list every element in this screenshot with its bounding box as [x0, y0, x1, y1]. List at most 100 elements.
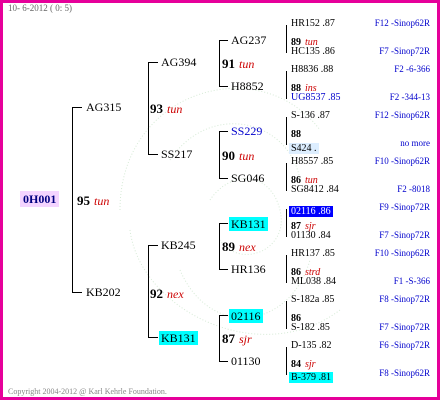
gen4-note-7: F2 -8018: [397, 184, 430, 194]
gen4-name-2[interactable]: H8836 .88: [291, 65, 333, 75]
connector: [219, 131, 220, 178]
gen4-note-0: F12 -Sinop62R: [374, 18, 430, 28]
gen2-score-1: 90 tun: [222, 148, 254, 164]
gen4-note-4: F12 -Sinop62R: [374, 110, 430, 120]
connector: [148, 245, 158, 246]
connector: [286, 301, 287, 329]
gen4-note-14: F6 -Sinop72R: [379, 340, 430, 350]
connector: [219, 315, 220, 361]
connector: [219, 361, 228, 362]
gen4-name-8-box[interactable]: 02116 .86: [289, 202, 333, 218]
connector: [219, 40, 228, 41]
gen3-name-6-box[interactable]: 02116: [229, 308, 263, 324]
connector: [286, 71, 287, 99]
gen4-note-1: F7 -Sinop72R: [379, 46, 430, 56]
gen4-name-15-box[interactable]: B-379 .81: [289, 368, 333, 384]
gen2-remark-3: sjr: [239, 332, 252, 346]
gen4-note-9: F7 -Sinop72R: [379, 230, 430, 240]
gen3-name-3[interactable]: SG046: [231, 172, 264, 184]
gen2-num-3: 87: [222, 331, 235, 346]
connector: [72, 292, 82, 293]
gen3-name-2[interactable]: SS229: [231, 125, 262, 137]
gen4-name-10[interactable]: HR137 .85: [291, 249, 335, 259]
connector: [286, 163, 287, 191]
connector: [219, 86, 228, 87]
connector: [286, 347, 287, 375]
connector: [286, 117, 287, 145]
gen2-name-1[interactable]: SS217: [161, 148, 192, 160]
connector: [219, 223, 228, 224]
gen3-name-0[interactable]: AG237: [231, 34, 266, 46]
gen4-name-5: S424 .: [289, 143, 319, 154]
connector: [219, 40, 220, 86]
gen2-num-2: 89: [222, 239, 235, 254]
gen4-note-6: F10 -Sinop62R: [374, 156, 430, 166]
gen3-name-4-box[interactable]: KB131: [229, 216, 268, 232]
gen4-note-10: F10 -Sinop62R: [374, 248, 430, 258]
gen4-name-11[interactable]: ML038 .84: [291, 277, 336, 287]
gen4-name-15: B-379 .81: [289, 372, 333, 383]
header-date: 10- 6-2012 ( 0: 5): [8, 3, 72, 13]
connector: [219, 131, 228, 132]
connector: [219, 269, 228, 270]
root-node[interactable]: 0H001: [20, 191, 60, 207]
connector: [148, 62, 158, 63]
connector: [148, 245, 149, 337]
gen4-name-7[interactable]: SG8412 .84: [291, 185, 339, 195]
gen4-name-0[interactable]: HR152 .87: [291, 19, 335, 29]
gen4-name-3[interactable]: UG8537 .85: [291, 93, 340, 103]
root-num: 95: [77, 193, 90, 208]
connector: [148, 154, 158, 155]
connector: [219, 178, 228, 179]
gen4-name-13[interactable]: S-182 .85: [291, 323, 330, 333]
gen2-num-0: 91: [222, 56, 235, 71]
connector: [286, 25, 287, 53]
gen1-remark-1: nex: [167, 287, 184, 301]
gen3-name-1[interactable]: H8852: [231, 80, 264, 92]
gen1-name-1[interactable]: KB202: [86, 286, 121, 298]
gen4-name-9[interactable]: 01130 .84: [291, 231, 331, 241]
gen2-num-1: 90: [222, 148, 235, 163]
gen2-name-2[interactable]: KB245: [161, 239, 196, 251]
gen2-name-0[interactable]: AG394: [161, 56, 196, 68]
gen4-name-5-box[interactable]: S424 .: [289, 139, 319, 155]
gen4-name-4[interactable]: S-136 .87: [291, 111, 330, 121]
gen3-name-5[interactable]: HR136: [231, 263, 266, 275]
gen1-score-0: 93 tun: [150, 101, 182, 117]
root-score: 95 tun: [77, 193, 109, 209]
gen3-name-7[interactable]: 01130: [231, 355, 261, 367]
gen4-note-15: F8 -Sinop62R: [379, 368, 430, 378]
gen4-name-12[interactable]: S-182a .85: [291, 295, 334, 305]
root-name: 0H001: [20, 191, 60, 207]
connector: [286, 255, 287, 283]
gen4-name-1[interactable]: HC135 .86: [291, 47, 335, 57]
gen4-name-6[interactable]: H8557 .85: [291, 157, 333, 167]
root-remark: tun: [94, 194, 110, 208]
connector: [148, 337, 158, 338]
gen2-name-3: KB131: [159, 331, 198, 345]
gen3-name-4: KB131: [229, 217, 268, 231]
gen4-note-11: F1 -S-366: [393, 276, 430, 286]
gen2-remark-0: tun: [239, 57, 255, 71]
connector: [72, 107, 73, 292]
gen2-score-3: 87 sjr: [222, 331, 252, 347]
gen2-score-2: 89 nex: [222, 239, 256, 255]
footer-copyright: Copyright 2004-2012 @ Karl Kehrle Founda…: [8, 387, 167, 396]
gen2-name-3-box[interactable]: KB131: [159, 330, 198, 346]
connector: [286, 209, 287, 237]
gen4-note-12: F8 -Sinop72R: [379, 294, 430, 304]
connector: [219, 315, 228, 316]
gen4-name-14[interactable]: D-135 .82: [291, 341, 332, 351]
connector: [219, 223, 220, 269]
connector: [148, 62, 149, 154]
gen4-note-5: no more: [400, 138, 430, 148]
gen2-score-0: 91 tun: [222, 56, 254, 72]
gen1-num-1: 92: [150, 286, 163, 301]
gen4-note-13: F7 -Sinop72R: [379, 322, 430, 332]
gen2-remark-2: nex: [239, 240, 256, 254]
gen1-name-0[interactable]: AG315: [86, 101, 121, 113]
gen3-name-6: 02116: [229, 309, 263, 323]
connector: [72, 107, 82, 108]
gen1-num-0: 93: [150, 101, 163, 116]
gen4-name-8: 02116 .86: [289, 206, 333, 217]
